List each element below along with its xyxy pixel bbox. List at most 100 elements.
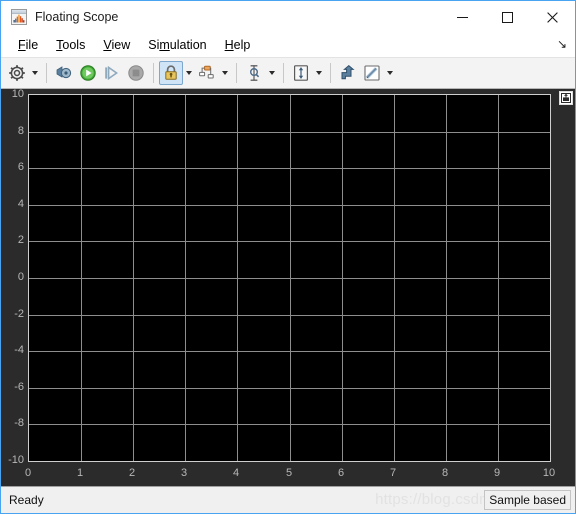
lock-axes-dropdown[interactable] <box>183 61 195 85</box>
style-dropdown[interactable] <box>384 61 396 85</box>
share-arrow-icon <box>341 64 355 80</box>
gridline-horizontal <box>29 278 550 279</box>
chevron-down-icon <box>316 71 322 75</box>
y-axis-tick-label: 6 <box>17 161 24 173</box>
cursor-measurement-icon <box>249 65 260 81</box>
close-button[interactable] <box>530 1 575 33</box>
window-controls <box>440 1 575 33</box>
step-forward-button[interactable] <box>100 61 124 85</box>
configuration-properties-dropdown[interactable] <box>29 61 41 85</box>
menu-item-tools[interactable]: Tools <box>47 36 94 54</box>
membrane-glyph <box>13 14 25 23</box>
matlab-scope-icon <box>11 9 27 25</box>
run-back-to-simulink-button[interactable] <box>52 61 76 85</box>
signal-selection-button[interactable] <box>195 61 219 85</box>
status-mode-badge[interactable]: Sample based <box>484 490 571 510</box>
plot-area[interactable] <box>28 94 551 462</box>
minimize-button[interactable] <box>440 1 485 33</box>
autoscale-button[interactable] <box>289 61 313 85</box>
toolbar-separator <box>153 63 154 83</box>
x-axis-tick-label: 1 <box>76 467 84 479</box>
menu-file-mnemonic: F <box>18 38 26 52</box>
maximize-button[interactable] <box>485 1 530 33</box>
scope-display[interactable]: 0 1 2 3 4 5 6 7 8 9 10 10 8 6 4 2 0 -2 -4 -6 -8 -10 <box>1 89 575 486</box>
autoscale-icon <box>293 65 309 81</box>
stop-button[interactable] <box>124 61 148 85</box>
gridline-horizontal <box>29 315 550 316</box>
autoscale-dropdown[interactable] <box>313 61 325 85</box>
x-axis-tick-label: 3 <box>180 467 188 479</box>
x-axis-tick-label: 6 <box>337 467 345 479</box>
step-forward-icon <box>105 65 118 81</box>
menu-item-view[interactable]: View <box>94 36 139 54</box>
x-axis-tick-label: 10 <box>542 467 556 479</box>
toolbar-separator <box>46 63 47 83</box>
menu-tools-rest: ools <box>62 38 86 52</box>
y-axis-tick-label: -10 <box>8 454 24 466</box>
floating-scope-window: Floating Scope File Tools View Simulatio… <box>0 0 576 514</box>
menu-simulation-rest: ulation <box>169 38 207 52</box>
gridline-horizontal <box>29 205 550 206</box>
menu-simulation-pre: Si <box>148 38 160 52</box>
x-axis-tick-label: 8 <box>441 467 449 479</box>
menu-item-help[interactable]: Help <box>216 36 260 54</box>
title-bar: Floating Scope <box>1 1 575 33</box>
play-button[interactable] <box>76 61 100 85</box>
x-axis-tick-label: 7 <box>389 467 397 479</box>
y-axis-tick-label: 0 <box>17 271 24 283</box>
gridline-horizontal <box>29 424 550 425</box>
maximize-icon <box>502 11 513 23</box>
y-axis-tick-label: 10 <box>11 89 24 100</box>
configuration-properties-button[interactable] <box>5 61 29 85</box>
x-axis-tick-label: 2 <box>128 467 136 479</box>
cursor-measurements-button[interactable] <box>242 61 266 85</box>
status-text: Ready <box>9 493 44 507</box>
toolbar-separator <box>236 63 237 83</box>
gridline-horizontal <box>29 388 550 389</box>
gridline-horizontal <box>29 168 550 169</box>
chevron-down-icon <box>222 71 228 75</box>
gridline-horizontal <box>29 351 550 352</box>
menu-bar: File Tools View Simulation Help ↘ <box>1 33 575 57</box>
simulink-run-icon <box>56 66 72 79</box>
window-title: Floating Scope <box>35 10 119 24</box>
y-axis-tick-label: -2 <box>14 308 24 320</box>
menu-file-rest: ile <box>25 38 39 52</box>
play-icon <box>80 65 96 81</box>
x-axis-tick-label: 4 <box>232 467 240 479</box>
menu-simulation-mnemonic: m <box>159 38 170 52</box>
menu-view-rest: iew <box>111 38 131 52</box>
y-axis-tick-label: 8 <box>17 125 24 137</box>
x-axis-tick-label: 9 <box>493 467 501 479</box>
y-axis-tick-label: 2 <box>17 234 24 246</box>
lock-axes-button[interactable] <box>159 61 183 85</box>
undock-arrow-icon[interactable]: ↘ <box>557 37 567 51</box>
gridline-horizontal <box>29 132 550 133</box>
toolbar <box>1 57 575 89</box>
chevron-down-icon <box>186 71 192 75</box>
y-axis-tick-label: -6 <box>14 381 24 393</box>
style-button[interactable] <box>360 61 384 85</box>
menu-item-file[interactable]: File <box>9 36 47 54</box>
scope-legend-toggle[interactable] <box>559 91 573 105</box>
chevron-down-icon <box>32 71 38 75</box>
menu-help-rest: elp <box>233 38 251 52</box>
chevron-down-icon <box>269 71 275 75</box>
gridline-horizontal <box>29 241 550 242</box>
y-axis-tick-label: -4 <box>14 344 24 356</box>
legend-panel-icon <box>561 93 571 103</box>
minimize-icon <box>457 16 468 18</box>
share-export-button[interactable] <box>336 61 360 85</box>
menu-item-simulation[interactable]: Simulation <box>139 36 215 54</box>
cursor-measurements-dropdown[interactable] <box>266 61 278 85</box>
menu-help-mnemonic: H <box>224 38 234 52</box>
signal-selector-icon <box>199 65 214 79</box>
toolbar-separator <box>283 63 284 83</box>
toolbar-separator <box>330 63 331 83</box>
x-axis-tick-label: 5 <box>285 467 293 479</box>
signal-selection-dropdown[interactable] <box>219 61 231 85</box>
ruler-pencil-icon <box>364 65 380 81</box>
lock-icon <box>165 65 177 80</box>
x-axis-tick-label: 0 <box>24 467 32 479</box>
chevron-down-icon <box>387 71 393 75</box>
